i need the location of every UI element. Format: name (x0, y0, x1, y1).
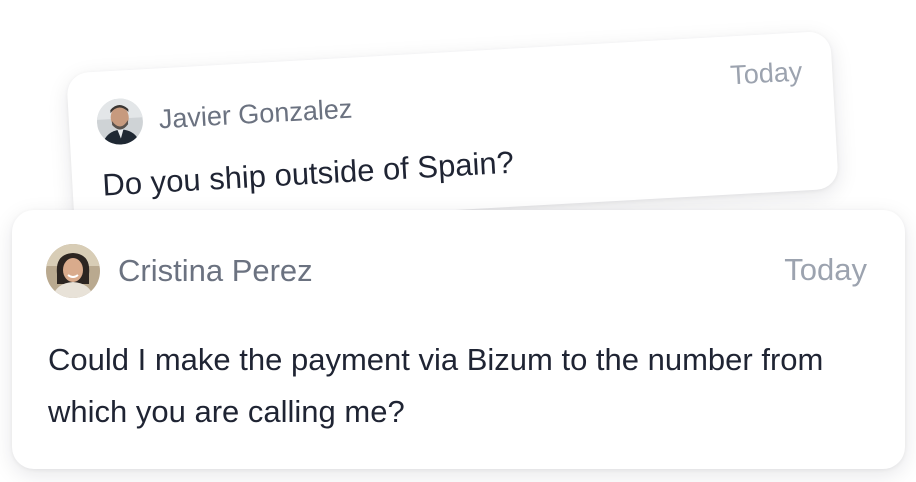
avatar-man-icon (95, 97, 145, 146)
message-text: Could I make the payment via Bizum to th… (48, 342, 824, 429)
message-header: Javier Gonzalez (95, 86, 354, 146)
avatar-woman-icon (46, 244, 100, 298)
message-time: Today (784, 252, 867, 287)
message-cards-stage: Javier Gonzalez Today Do you ship outsid… (0, 0, 916, 482)
message-card-javier[interactable]: Javier Gonzalez Today Do you ship outsid… (66, 30, 839, 232)
avatar (46, 244, 100, 298)
message-card-cristina[interactable]: Cristina Perez Today Could I make the pa… (12, 210, 905, 469)
author-name: Javier Gonzalez (158, 93, 353, 134)
avatar (95, 97, 145, 146)
author-name: Cristina Perez (118, 253, 313, 288)
message-time: Today (729, 56, 804, 91)
message-text: Do you ship outside of Spain? (101, 144, 515, 203)
message-header: Cristina Perez (46, 244, 313, 298)
